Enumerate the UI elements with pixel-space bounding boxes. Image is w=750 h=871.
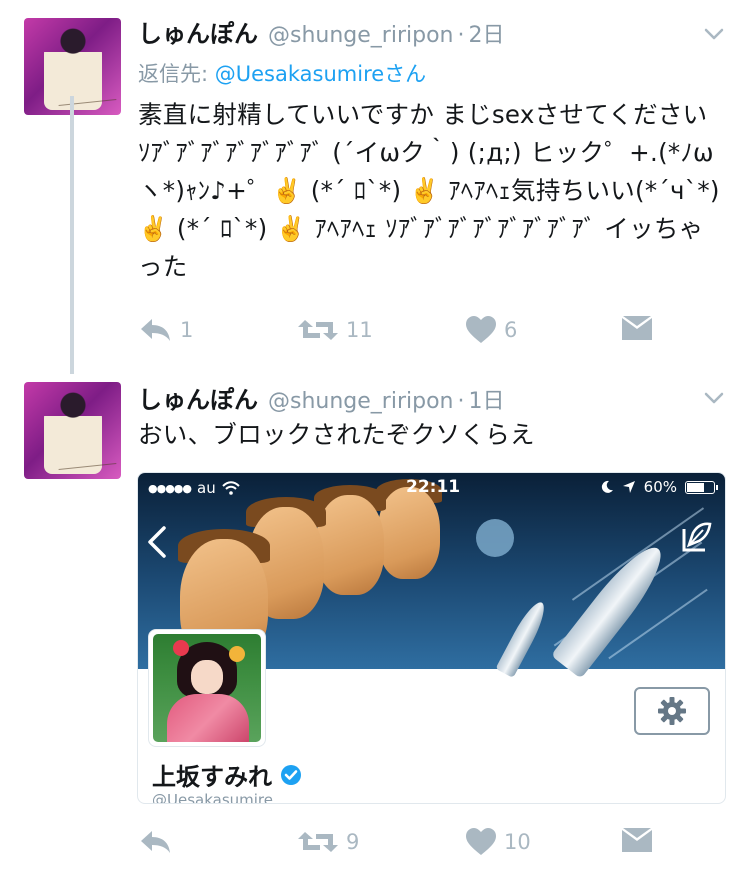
tweet-header: しゅんぽん @shunge_riripon · 2日 <box>138 14 504 48</box>
reply-context: 返信先: @Uesakasumireさん <box>138 58 426 88</box>
reply-icon <box>141 831 170 853</box>
heart-icon <box>466 828 496 855</box>
verified-badge-icon <box>281 764 301 785</box>
retweet-button[interactable]: 9 <box>298 828 359 856</box>
profile-avatar[interactable] <box>148 629 266 747</box>
chevron-down-icon[interactable] <box>702 22 726 46</box>
gear-icon <box>658 697 686 725</box>
chevron-down-icon[interactable] <box>702 386 726 410</box>
thread-line <box>70 96 74 374</box>
profile-handle: @Uesakasumire <box>152 791 273 804</box>
reply-count: 1 <box>180 318 194 342</box>
timestamp[interactable]: 2日 <box>468 17 504 49</box>
battery-percent: 60% <box>643 478 677 496</box>
reply-button[interactable] <box>138 828 180 856</box>
timestamp[interactable]: 1日 <box>468 383 504 415</box>
like-button[interactable]: 10 <box>466 828 531 856</box>
display-name[interactable]: しゅんぽん <box>138 380 258 415</box>
tweet-text: おい、ブロックされたぞクソくらえ <box>138 420 535 449</box>
retweet-icon <box>298 832 338 852</box>
back-chevron-icon[interactable] <box>146 525 168 559</box>
retweet-count: 11 <box>346 318 373 342</box>
moon-icon <box>601 480 613 493</box>
status-time: 22:11 <box>406 477 461 497</box>
heart-icon <box>466 316 496 343</box>
reply-icon <box>141 319 170 341</box>
direct-message-button[interactable] <box>622 828 652 854</box>
battery-icon <box>685 480 718 494</box>
tweet-1[interactable]: しゅんぽん @shunge_riripon · 2日 返信先: @Uesakas… <box>0 0 750 374</box>
reply-suffix: さん <box>384 62 427 86</box>
signal-dots-icon: ●●●●● <box>148 481 192 495</box>
display-name[interactable]: しゅんぽん <box>138 14 258 49</box>
direct-message-button[interactable] <box>622 316 652 342</box>
separator-dot: · <box>457 23 465 48</box>
wifi-icon <box>221 481 240 495</box>
like-button[interactable]: 6 <box>466 316 517 344</box>
action-bar: 1 11 6 <box>138 316 658 348</box>
reply-mention-link[interactable]: @Uesakasumire <box>215 62 384 86</box>
action-bar: 9 10 <box>138 828 658 860</box>
envelope-icon <box>622 316 652 340</box>
compose-icon[interactable] <box>681 521 713 553</box>
planet <box>476 519 514 557</box>
like-count: 10 <box>504 830 531 854</box>
location-arrow-icon <box>622 481 635 493</box>
reply-prefix: 返信先: <box>138 62 215 86</box>
media-image[interactable]: ●●●●● au 22:11 60% 上坂すみれ @Uesakasumire <box>137 472 726 804</box>
user-handle[interactable]: @shunge_riripon <box>268 389 453 414</box>
user-handle[interactable]: @shunge_riripon <box>268 23 453 48</box>
reply-button[interactable]: 1 <box>138 316 193 344</box>
carrier-name: au <box>197 479 216 497</box>
settings-button[interactable] <box>634 687 710 735</box>
tweet-text: 素直に射精していいですか まじsexさせてください ｿｱﾞｱﾞｱﾞｱﾞｱﾞｱﾞｱ… <box>138 100 720 281</box>
retweet-count: 9 <box>346 830 360 854</box>
retweet-icon <box>298 320 338 340</box>
phone-status-bar: ●●●●● au 22:11 60% <box>138 473 725 503</box>
profile-display-name: 上坂すみれ <box>152 763 272 791</box>
tweet-header: しゅんぽん @shunge_riripon · 1日 <box>138 380 504 414</box>
retweet-button[interactable]: 11 <box>298 316 373 344</box>
envelope-icon <box>622 828 652 852</box>
profile-name: 上坂すみれ <box>152 757 302 792</box>
separator-dot: · <box>457 389 465 414</box>
like-count: 6 <box>504 318 518 342</box>
avatar[interactable] <box>24 382 121 479</box>
